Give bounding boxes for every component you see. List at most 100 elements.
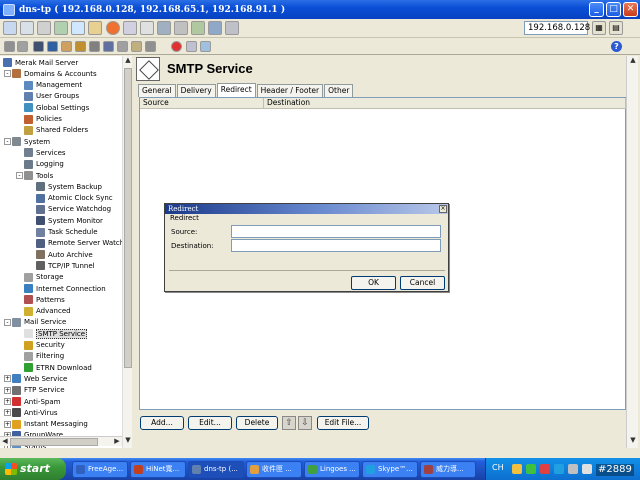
tree-item[interactable]: ETRN Download (24, 362, 92, 373)
web-icon[interactable] (71, 21, 85, 35)
ok-button[interactable]: OK (351, 276, 396, 290)
maximize-button[interactable]: □ (606, 2, 621, 17)
tree-item[interactable]: TCP/IP Tunnel (36, 260, 95, 271)
tree-item[interactable]: Patterns (24, 294, 65, 305)
dialog-titlebar[interactable]: Redirect × (165, 204, 448, 214)
tab-delivery[interactable]: Delivery (176, 84, 216, 97)
mail-icon[interactable] (88, 21, 102, 35)
tree-item[interactable]: Services (24, 147, 66, 158)
taskbar-task[interactable]: Lingoes ... (304, 461, 360, 478)
expand-icon[interactable]: + (4, 420, 11, 428)
tree-item[interactable]: + Instant Messaging (4, 419, 88, 430)
server-list-icon[interactable]: ▤ (609, 21, 623, 35)
server-ip-field[interactable]: 192.168.0.128 (524, 21, 590, 35)
folder-icon[interactable] (61, 41, 72, 52)
tree-item[interactable]: Management (24, 80, 82, 91)
chart-icon[interactable] (191, 21, 205, 35)
tab-general[interactable]: General (138, 84, 176, 97)
collapse-icon[interactable]: - (16, 172, 23, 179)
tree-item[interactable]: + FTP Service (4, 385, 65, 396)
close-button[interactable]: ✕ (623, 2, 638, 17)
monitor-icon[interactable] (157, 21, 171, 35)
config-icon[interactable] (145, 41, 156, 52)
collapse-icon[interactable]: - (4, 70, 11, 78)
expand-icon[interactable]: + (4, 375, 11, 383)
tray-skype-icon[interactable] (554, 464, 564, 474)
tree-item[interactable]: Remote Server Watchdog (36, 238, 131, 249)
options-icon[interactable] (186, 41, 197, 52)
connect-server-icon[interactable]: ▦ (592, 21, 606, 35)
tree-item[interactable]: System Monitor (36, 215, 103, 226)
taskbar-task[interactable]: Skype™... (362, 461, 418, 478)
tree-item[interactable]: Logging (24, 159, 64, 170)
tree-item[interactable]: Atomic Clock Sync (36, 193, 113, 204)
fullscreen-icon[interactable] (140, 21, 154, 35)
alert-icon[interactable] (106, 21, 120, 35)
stop-icon[interactable] (171, 41, 182, 52)
tools-icon[interactable] (37, 21, 51, 35)
tray-keyboard-icon[interactable] (512, 464, 522, 474)
taskbar-task[interactable]: dns-tp (... (188, 461, 244, 478)
tree-item[interactable]: Security (24, 340, 65, 351)
panel-scroll-down-arrow[interactable]: ▼ (628, 436, 638, 446)
scroll-left-arrow[interactable]: ◀ (0, 437, 10, 447)
start-button[interactable]: start (0, 458, 66, 480)
move-down-arrow-icon[interactable]: ⇩ (298, 416, 312, 430)
world-icon[interactable] (33, 41, 44, 52)
tree-vertical-scrollbar[interactable]: ▲ ▼ (122, 56, 132, 448)
tree-item[interactable]: Storage (24, 272, 63, 283)
help-icon[interactable]: ? (611, 41, 622, 52)
forward-icon[interactable] (17, 41, 28, 52)
tree-item[interactable]: Task Schedule (36, 227, 98, 238)
search-icon[interactable] (200, 41, 211, 52)
source-input[interactable] (231, 225, 441, 238)
tree-item[interactable]: - Tools (16, 170, 53, 181)
list-icon[interactable] (123, 21, 137, 35)
cancel-button[interactable]: Cancel (400, 276, 445, 290)
key-icon[interactable] (75, 41, 86, 52)
panel-vertical-scrollbar[interactable]: ▲ ▼ (626, 56, 638, 448)
edit-button[interactable]: Edit... (188, 416, 232, 430)
column-header-destination[interactable]: Destination (264, 98, 626, 109)
scroll-thumb[interactable] (124, 68, 132, 368)
edit-file-button[interactable]: Edit File... (317, 416, 369, 430)
hscroll-thumb[interactable] (10, 438, 98, 446)
taskbar-task[interactable]: FreeAge... (72, 461, 128, 478)
panel-scroll-up-arrow[interactable]: ▲ (628, 56, 638, 66)
group-icon[interactable] (103, 41, 114, 52)
tree-item[interactable]: + Anti-Virus (4, 407, 58, 418)
tree-item[interactable]: Advanced (24, 306, 71, 317)
tree-item[interactable]: Filtering (24, 351, 64, 362)
tree-item[interactable]: - Domains & Accounts (4, 68, 97, 79)
expand-icon[interactable]: + (4, 386, 11, 394)
expand-icon[interactable]: + (4, 398, 11, 405)
window-titlebar[interactable]: dns-tp ( 192.168.0.128, 192.168.65.1, 19… (0, 0, 640, 19)
link-icon[interactable] (89, 41, 100, 52)
scroll-up-arrow[interactable]: ▲ (123, 56, 133, 66)
taskbar-task[interactable]: 威力導... (420, 461, 476, 478)
collapse-icon[interactable]: - (4, 318, 11, 326)
dialog-close-icon[interactable]: × (439, 205, 447, 213)
tray-security-icon[interactable] (540, 464, 550, 474)
user-icon[interactable] (47, 41, 58, 52)
tree-item[interactable]: Policies (24, 114, 62, 125)
sync-icon[interactable] (54, 21, 68, 35)
tree-item[interactable]: + Web Service (4, 373, 67, 384)
add-button[interactable]: Add... (140, 416, 184, 430)
filter-icon[interactable] (117, 41, 128, 52)
scroll-right-arrow[interactable]: ▶ (112, 437, 122, 447)
tree-item[interactable]: - Mail Service (4, 317, 66, 328)
tree-item[interactable]: SMTP Service (24, 328, 88, 339)
chat-icon[interactable] (225, 21, 239, 35)
tree-item[interactable]: Shared Folders (24, 125, 88, 136)
minimize-button[interactable]: _ (589, 2, 604, 17)
column-header-source[interactable]: Source (140, 98, 264, 109)
move-up-arrow-icon[interactable]: ⇧ (282, 416, 296, 430)
tree-item[interactable]: Auto Archive (36, 249, 93, 260)
edit-icon[interactable] (131, 41, 142, 52)
tab-other[interactable]: Other (324, 84, 354, 97)
tree-horizontal-scrollbar[interactable]: ◀ ▶ (0, 436, 122, 446)
tree-item[interactable]: - System (4, 136, 50, 147)
tree-item[interactable]: Global Settings (24, 102, 89, 113)
language-indicator[interactable]: CH (492, 463, 504, 472)
